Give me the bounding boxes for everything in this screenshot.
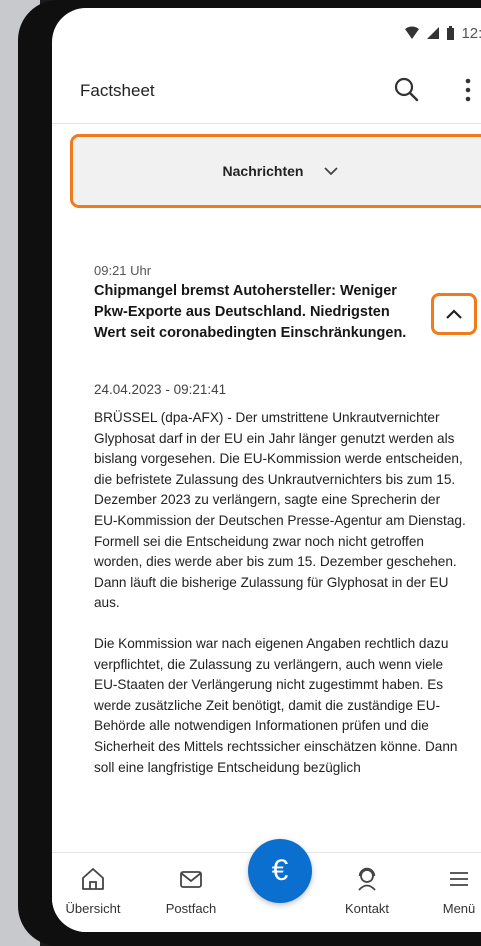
divider <box>52 123 481 124</box>
battery-icon <box>447 25 455 40</box>
status-icons: 12:30 <box>404 24 481 42</box>
nav-item-contact[interactable]: Kontakt <box>322 853 412 932</box>
article-time: 09:21 Uhr <box>94 263 152 278</box>
chevron-up-icon <box>446 309 462 319</box>
page-title: Factsheet <box>80 81 155 100</box>
article-body: BRÜSSEL (dpa-AFX) - Der umstrittene Unkr… <box>94 408 466 798</box>
euro-button[interactable]: € <box>248 839 312 903</box>
screen: 12:30 Factsheet Nachrichten 09:21 Uhr Ch… <box>52 8 481 932</box>
status-bar: 12:30 <box>52 8 481 56</box>
article-paragraph: BRÜSSEL (dpa-AFX) - Der umstrittene Unkr… <box>94 410 466 611</box>
phone-frame: 12:30 Factsheet Nachrichten 09:21 Uhr Ch… <box>18 0 481 946</box>
chevron-down-icon <box>324 167 339 176</box>
menu-icon <box>450 872 468 886</box>
nav-item-mailbox[interactable]: Postfach <box>146 853 236 932</box>
search-icon[interactable] <box>391 74 423 106</box>
home-icon <box>82 868 104 890</box>
app-bar: Factsheet <box>52 60 481 120</box>
article-headline[interactable]: Chipmangel bremst Autohersteller: Wenige… <box>94 281 424 344</box>
dropdown-label: Nachrichten <box>222 163 304 179</box>
nav-label: Menü <box>442 901 476 916</box>
nav-item-overview[interactable]: Übersicht <box>52 853 138 932</box>
more-vert-icon[interactable] <box>454 74 481 106</box>
nav-label: Übersicht <box>65 901 121 916</box>
nav-label: Kontakt <box>344 901 390 916</box>
article-dateline: 24.04.2023 - 09:21:41 <box>94 382 227 397</box>
nav-label: Postfach <box>165 901 217 916</box>
nav-item-menu[interactable]: Menü <box>414 853 481 932</box>
mail-icon <box>180 871 202 888</box>
contact-icon <box>358 867 376 891</box>
category-dropdown[interactable]: Nachrichten <box>70 134 481 208</box>
wifi-icon <box>405 26 420 39</box>
article-paragraph: Die Kommission war nach eigenen Angaben … <box>94 635 458 775</box>
collapse-button[interactable] <box>431 293 477 335</box>
euro-icon: € <box>271 854 289 887</box>
signal-icon <box>427 27 440 39</box>
status-time: 12:30 <box>461 24 481 42</box>
